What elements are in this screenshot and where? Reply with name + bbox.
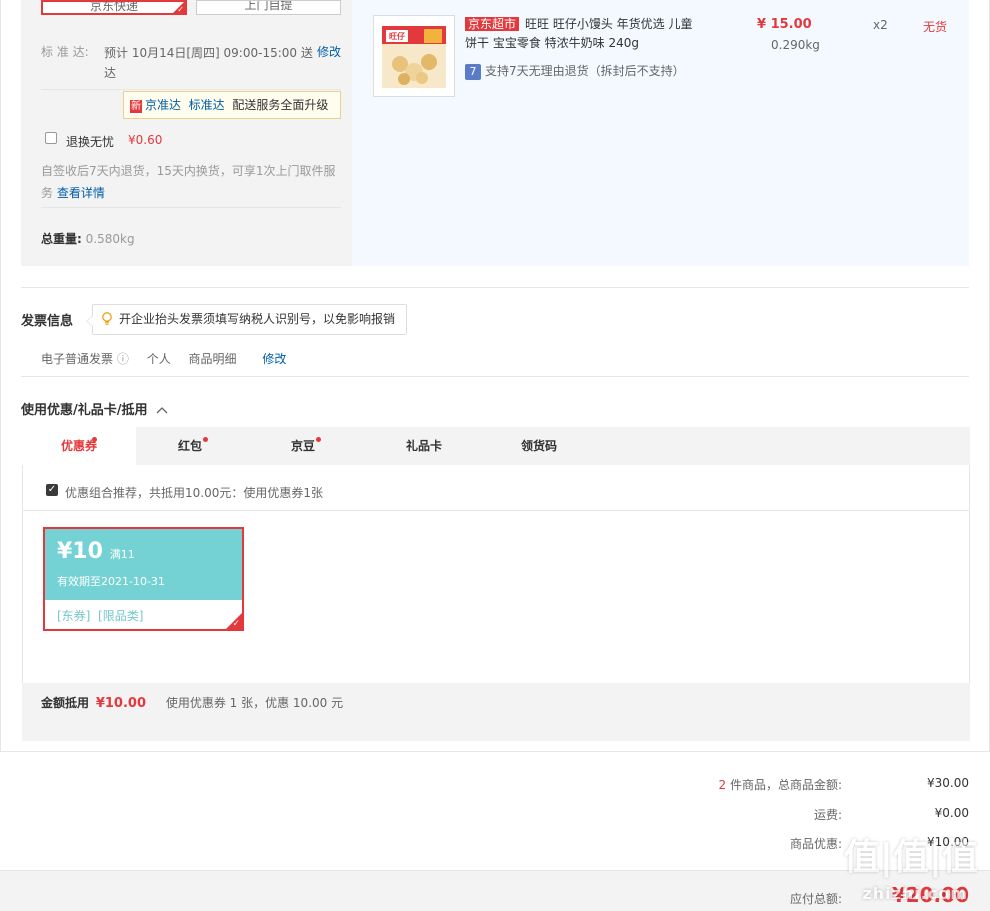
summary-text: 使用优惠券 1 张，优惠 10.00 元 — [165, 696, 344, 710]
coupon-card-top: ¥10 满11 有效期至2021-10-31 — [45, 529, 242, 600]
container-border-bottom — [0, 751, 990, 752]
product-quantity: x2 — [873, 18, 888, 32]
invoice-tip-text: 开企业抬头发票须填写纳税人识别号，以免影响报销 — [119, 312, 396, 326]
total-weight: 总重量: 0.580kg — [41, 232, 135, 246]
shipping-option-label: 京东快递 — [89, 0, 138, 13]
snack-pack-image: 旺仔 — [382, 26, 446, 88]
coupon-card[interactable]: ¥10 满11 有效期至2021-10-31 [东券] [限品类] ✓ — [43, 527, 244, 631]
tab-coupons[interactable]: 优惠券 — [22, 427, 136, 465]
shipping-option-label: 上门自提 — [244, 0, 293, 12]
check-icon: ✓ — [232, 619, 240, 629]
product-weight: 0.290kg — [771, 38, 820, 52]
tab-gift-cards[interactable]: 礼品卡 — [362, 427, 486, 465]
new-badge: 新 — [130, 100, 142, 113]
return-description: 自签收后7天内退货，15天内换货，可享1次上门取件服 务 查看详情 — [41, 164, 336, 200]
return-worry-free-price: ¥0.60 — [128, 133, 163, 147]
recommend-combo-label: 优惠组合推荐，共抵用10.00元：使用优惠券1张 — [65, 486, 323, 500]
seven-day-return: 7 支持7天无理由退货（拆封后不支持） — [465, 62, 685, 80]
divider — [41, 207, 341, 208]
modify-invoice-link[interactable]: 修改 — [262, 352, 286, 366]
invoice-tip: 开企业抬头发票须填写纳税人识别号，以免影响报销 — [86, 304, 407, 335]
summary-label: 金额抵用 — [41, 696, 90, 710]
discount-label: 商品优惠: — [789, 837, 842, 851]
delivery-upgrade-notice: 新京准达 标准达 配送服务全面升级 — [123, 91, 341, 119]
recommend-combo-checkbox[interactable]: ✓ — [46, 484, 58, 496]
product-image[interactable]: 旺仔 — [373, 15, 455, 97]
standard-delivery-label: 标 准 达: — [41, 45, 89, 59]
svg-text:旺仔: 旺仔 — [389, 31, 405, 41]
check-icon: ✓ — [177, 5, 184, 14]
invoice-detail-type: 商品明细 — [188, 352, 237, 366]
goods-total: ¥30.00 — [927, 776, 969, 790]
seven-day-return-icon: 7 — [465, 63, 481, 80]
watermark-site: zhizhi.com — [862, 884, 968, 903]
jd-supermarket-tag: 京东超市 — [465, 17, 520, 31]
coupon-summary: 金额抵用 ¥10.00 使用优惠券 1 张，优惠 10.00 元 — [22, 683, 970, 741]
lightbulb-icon — [102, 312, 112, 325]
modify-delivery-link[interactable]: 修改 — [317, 43, 341, 60]
watermark-logo: 值|值|值 — [843, 837, 978, 878]
divider — [41, 89, 341, 90]
payable-label: 应付总额: — [789, 892, 842, 906]
upgrade-text: 配送服务全面升级 — [232, 98, 329, 112]
standard-delivery-time: 预计 10月14日[周四] 09:00-15:00 送 达 — [104, 46, 313, 80]
shipping-fee: ¥0.00 — [934, 806, 969, 820]
link-biaozhunda[interactable]: 标准达 — [189, 98, 225, 112]
view-details-link[interactable]: 查看详情 — [57, 186, 105, 200]
stock-status: 无货 — [923, 20, 948, 34]
coupon-condition: 满11 — [109, 548, 135, 561]
goods-count-label: 2 件商品，总商品金额: — [718, 778, 842, 792]
coupon-section-title: 使用优惠/礼品卡/抵用 — [21, 403, 148, 418]
coupon-section-toggle[interactable]: 使用优惠/礼品卡/抵用 — [21, 399, 168, 418]
product-title[interactable]: 京东超市 旺旺 旺仔小馒头 年货优选 儿童 饼干 宝宝零食 特浓牛奶味 240g — [465, 15, 725, 53]
return-worry-free-label: 退换无忧 — [66, 135, 115, 149]
product-price: ¥ 15.00 — [757, 17, 812, 32]
container-border-left — [0, 0, 1, 751]
shipping-option-jd-express[interactable]: 京东快递 ✓ — [41, 0, 187, 15]
summary-amount: ¥10.00 — [95, 696, 147, 711]
tab-jd-beans[interactable]: 京豆 — [244, 427, 362, 465]
coupon-tags: [东券] [限品类] — [57, 609, 144, 623]
divider — [22, 510, 970, 511]
link-jingzhunda[interactable]: 京准达 — [145, 98, 181, 112]
coupon-validity: 有效期至2021-10-31 — [57, 575, 165, 588]
shipping-option-pickup[interactable]: 上门自提 — [196, 0, 341, 15]
return-worry-free-checkbox[interactable] — [45, 132, 57, 144]
info-icon[interactable]: ⓘ — [117, 352, 129, 366]
tab-redeem-code[interactable]: 领货码 — [486, 427, 592, 465]
invoice-title: 发票信息 — [21, 314, 74, 329]
invoice-person: 个人 — [146, 352, 171, 366]
invoice-type: 电子普通发票 — [41, 352, 114, 366]
divider — [21, 287, 969, 288]
tab-red-packets[interactable]: 红包 — [136, 427, 244, 465]
divider — [21, 376, 969, 377]
coupon-amount: ¥10 — [57, 539, 103, 564]
coupon-tabs: 优惠券 红包 京豆 礼品卡 领货码 — [22, 427, 970, 465]
shipping-fee-label: 运费: — [813, 808, 842, 822]
chevron-up-icon — [156, 407, 168, 414]
invoice-details: 电子普通发票 ⓘ 个人 商品明细 修改 — [41, 350, 286, 367]
